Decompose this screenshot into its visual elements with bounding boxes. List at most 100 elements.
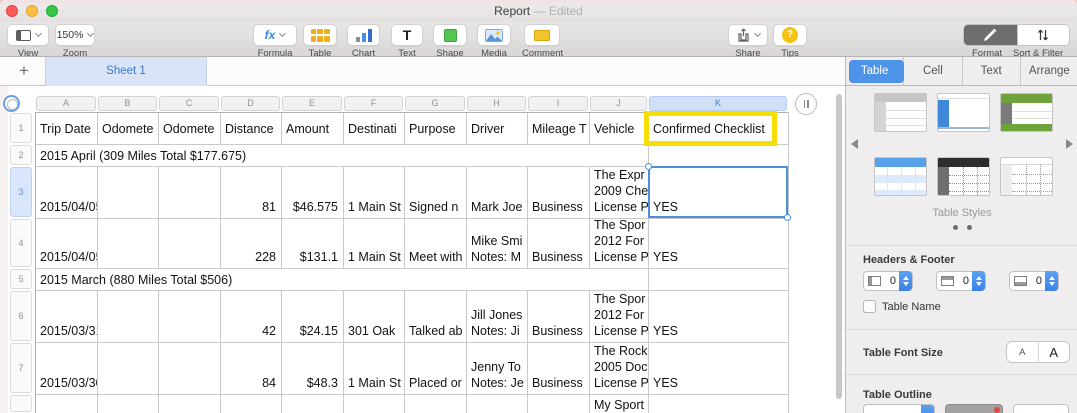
cell-purpose[interactable]: Signed n [405, 167, 467, 219]
cell-destination[interactable]: 301 Oak [344, 291, 405, 343]
cell-amount[interactable]: $48.3 [282, 343, 344, 395]
cell-distance[interactable]: 81 [221, 167, 282, 219]
add-column-handle[interactable] [795, 93, 817, 115]
cell-mileage-type-header[interactable]: Mileage T [528, 113, 590, 145]
cell-empty[interactable] [159, 343, 221, 395]
format-button[interactable] [964, 25, 1017, 45]
cell-date[interactable]: 2015/04/05 [36, 167, 98, 219]
cell-purpose-header[interactable]: Purpose [405, 113, 467, 145]
outline-segmented-control[interactable] [945, 404, 1003, 413]
cell-destination-header[interactable]: Destinati [344, 113, 405, 145]
row-header-6[interactable]: 6 [10, 291, 32, 341]
cell-empty[interactable] [98, 395, 159, 413]
pager-dot-1[interactable] [953, 225, 958, 230]
column-header-E[interactable]: E [282, 96, 342, 111]
cell-purpose[interactable]: Placed or [405, 343, 467, 395]
cell-amount-header[interactable]: Amount [282, 113, 344, 145]
insert-chart-button[interactable] [347, 24, 380, 46]
cell-confirmed[interactable]: YES [649, 291, 789, 343]
cell-purpose[interactable]: Talked ab [405, 291, 467, 343]
cell-empty[interactable] [221, 395, 282, 413]
column-header-C[interactable]: C [159, 96, 219, 111]
selection-handle-top-left[interactable] [645, 163, 652, 170]
row-header-8-partial[interactable] [10, 395, 32, 412]
cell-driver[interactable]: Jill Jones Notes: Ji [467, 291, 528, 343]
column-header-A[interactable]: A [36, 96, 96, 111]
tab-text[interactable]: Text [962, 57, 1020, 85]
cell-empty[interactable] [159, 291, 221, 343]
tab-table[interactable]: Table [846, 57, 903, 85]
column-header-H[interactable]: H [467, 96, 526, 111]
cell-trip-date-header[interactable]: Trip Date [36, 113, 98, 145]
row-header-7[interactable]: 7 [10, 343, 32, 393]
cell-date[interactable]: 2015/03/30 [36, 343, 98, 395]
cell-selection-K3[interactable] [648, 166, 788, 218]
cell-amount[interactable]: $131.1 [282, 219, 344, 269]
table-name-checkbox[interactable] [863, 300, 876, 313]
formula-button[interactable]: fx [253, 24, 297, 46]
row-header-2[interactable]: 2 [10, 145, 32, 165]
cell-distance[interactable]: 84 [221, 343, 282, 395]
cell-empty[interactable] [344, 395, 405, 413]
cell-empty[interactable] [649, 145, 789, 167]
cell-empty[interactable] [98, 291, 159, 343]
insert-media-button[interactable] [477, 24, 511, 46]
column-header-F[interactable]: F [344, 96, 403, 111]
tab-cell[interactable]: Cell [903, 57, 961, 85]
cell-driver[interactable]: Mike Smi Notes: M [467, 219, 528, 269]
comment-button[interactable] [524, 24, 560, 46]
cell-empty[interactable] [98, 343, 159, 395]
cell-date[interactable]: 2015/04/05 [36, 219, 98, 269]
cell-distance-header[interactable]: Distance [221, 113, 282, 145]
column-header-D[interactable]: D [221, 96, 280, 111]
cell-date[interactable]: 2015/03/31 [36, 291, 98, 343]
cell-empty[interactable] [98, 167, 159, 219]
stepper-arrows[interactable] [972, 271, 985, 291]
cell-vehicle-header[interactable]: Vehicle [590, 113, 649, 145]
insert-table-button[interactable] [303, 24, 337, 46]
cell-distance[interactable]: 228 [221, 219, 282, 269]
cell-empty[interactable] [159, 167, 221, 219]
cell-driver-header[interactable]: Driver [467, 113, 528, 145]
cell-vehicle[interactable]: My Sport [590, 395, 649, 413]
stepper-arrows[interactable] [899, 271, 912, 291]
cell-vehicle[interactable]: The Spor 2012 For License P [590, 219, 649, 269]
cell-confirmed[interactable]: YES [649, 219, 789, 269]
insert-shape-button[interactable] [433, 24, 467, 46]
cell-mileage-type[interactable]: Business [528, 219, 590, 269]
cell-destination[interactable]: 1 Main St [344, 343, 405, 395]
outline-style-dropdown[interactable] [863, 404, 935, 413]
table-style-green-header[interactable] [1000, 93, 1053, 132]
table-style-blue-column[interactable] [937, 93, 990, 132]
cell-odometer-start-header[interactable]: Odomete [98, 113, 159, 145]
cell-mileage-type[interactable]: Business [528, 343, 590, 395]
table-style-plain-dotted[interactable] [1000, 157, 1053, 196]
cell-amount[interactable]: $46.575 [282, 167, 344, 219]
cell-confirmed[interactable]: YES [649, 343, 789, 395]
table-select-handle[interactable] [3, 95, 20, 112]
cell-empty[interactable] [528, 395, 590, 413]
column-header-J[interactable]: J [590, 96, 647, 111]
zoom-button[interactable]: 150% [55, 24, 95, 46]
cell-driver[interactable]: Mark Joe [467, 167, 528, 219]
decrease-font-button[interactable]: A [1007, 342, 1039, 362]
table-style-gray[interactable] [874, 93, 927, 132]
increase-font-button[interactable]: A [1039, 342, 1070, 362]
cell-empty[interactable] [405, 395, 467, 413]
cell-mileage-type[interactable]: Business [528, 291, 590, 343]
cell-empty[interactable] [282, 395, 344, 413]
selection-handle-bottom-right[interactable] [784, 214, 791, 221]
table-style-blue-header[interactable] [874, 157, 927, 196]
column-header-B[interactable]: B [98, 96, 157, 111]
cell-march-group[interactable]: 2015 March (880 Miles Total $506) [36, 269, 649, 291]
cell-april-group[interactable]: 2015 April (309 Miles Total $177.675) [36, 145, 649, 167]
stepper-arrows[interactable] [1045, 271, 1058, 291]
styles-previous-arrow[interactable] [851, 139, 858, 149]
column-header-I[interactable]: I [528, 96, 588, 111]
table-style-dark-header[interactable] [937, 157, 990, 196]
cell-empty[interactable] [649, 269, 789, 291]
outline-secondary-control[interactable] [1013, 404, 1069, 413]
row-header-4[interactable]: 4 [10, 219, 32, 267]
cell-empty[interactable] [649, 395, 789, 413]
sort-filter-button[interactable] [1017, 25, 1070, 45]
